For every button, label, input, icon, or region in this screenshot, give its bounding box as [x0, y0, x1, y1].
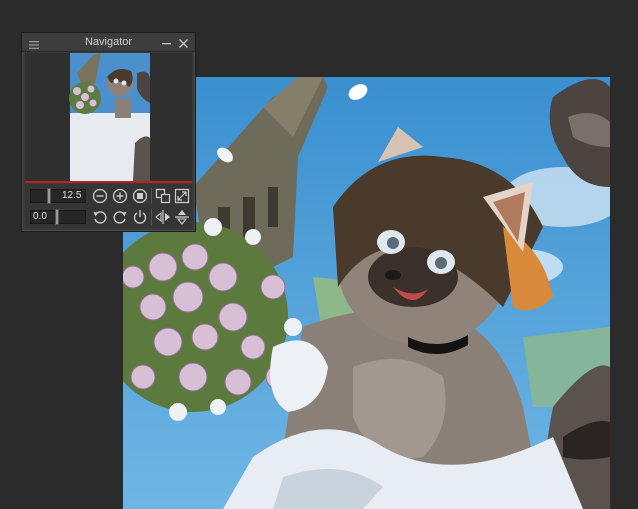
close-icon[interactable] [178, 36, 189, 48]
fit-window-icon[interactable] [155, 188, 171, 204]
zoom-out-icon[interactable] [92, 188, 108, 204]
rotation-value[interactable]: 0.0 [33, 210, 47, 224]
flip-horizontal-icon[interactable] [155, 209, 171, 225]
zoom-slider-handle[interactable] [47, 188, 51, 204]
rotate-left-icon[interactable] [92, 209, 108, 225]
actual-pixels-icon[interactable] [132, 188, 148, 204]
preview-view-indicator [25, 181, 192, 183]
navigator-preview[interactable] [25, 53, 192, 181]
zoom-value[interactable]: 12.5 [62, 189, 81, 203]
fit-view-icon[interactable] [174, 188, 190, 204]
toolbar-separator [151, 209, 152, 225]
reset-rotation-icon[interactable] [132, 209, 148, 225]
rotate-right-icon[interactable] [112, 209, 128, 225]
navigator-panel: Navigator 12.5 0.0 [21, 32, 196, 232]
illustration [123, 77, 610, 509]
rotation-slider-handle[interactable] [55, 209, 59, 225]
navigator-controls: 12.5 0.0 [25, 184, 192, 229]
toolbar-separator [151, 188, 152, 204]
flip-vertical-icon[interactable] [174, 209, 190, 225]
zoom-in-icon[interactable] [112, 188, 128, 204]
canvas-artwork[interactable] [123, 77, 610, 509]
minimize-icon[interactable] [161, 36, 172, 47]
preview-thumbnail [69, 53, 150, 181]
navigator-titlebar[interactable]: Navigator [22, 33, 195, 52]
